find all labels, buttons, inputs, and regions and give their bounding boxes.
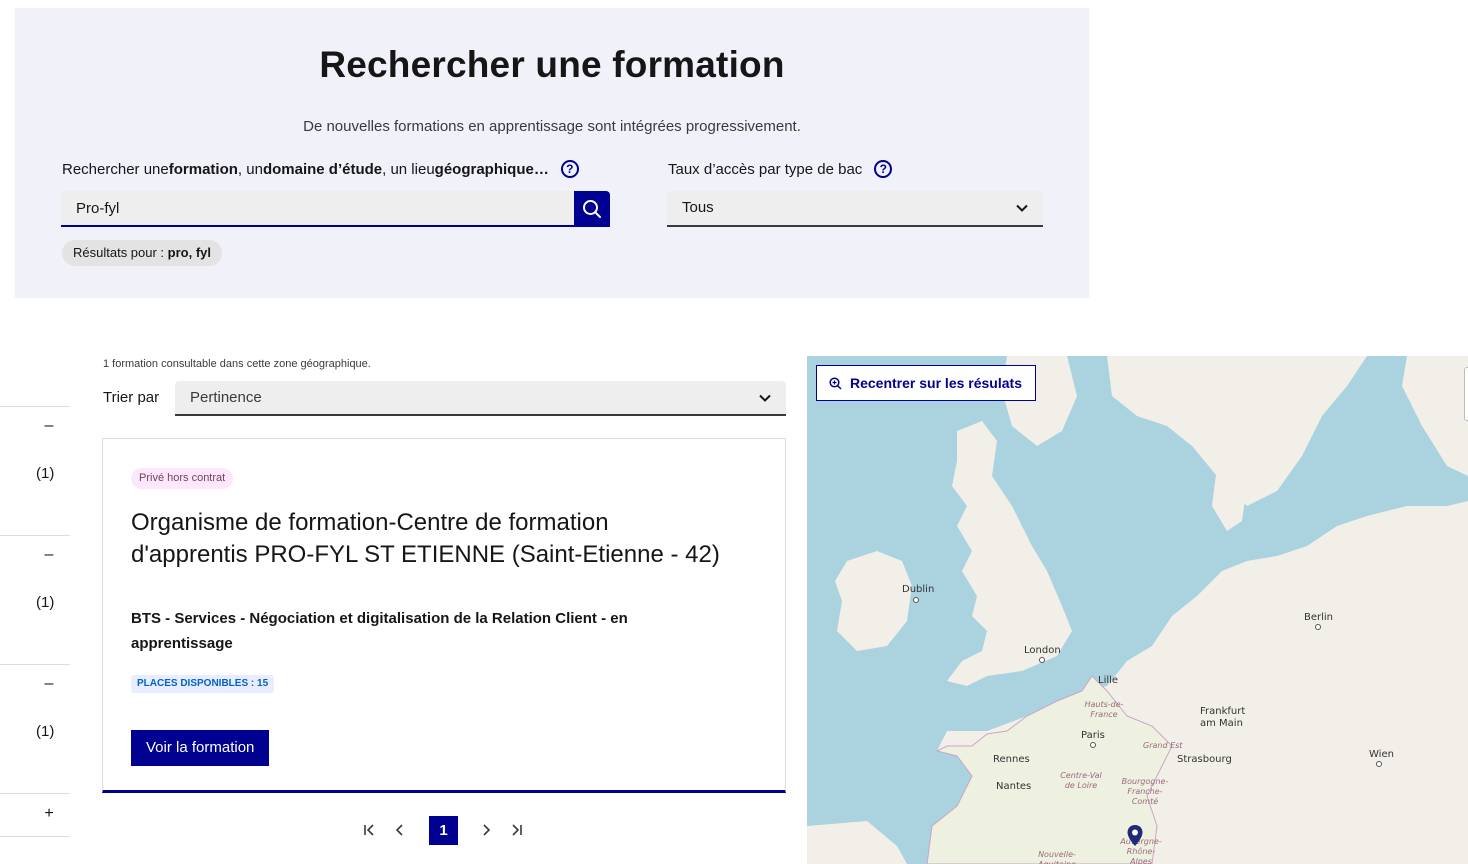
search-icon	[583, 200, 601, 218]
map-city-label: Berlin	[1304, 612, 1334, 623]
map-city-label: Frankfurt am Main	[1200, 706, 1246, 729]
search-label: Rechercher une formation, un domaine d’é…	[62, 160, 579, 178]
filter-toggle[interactable]: –	[40, 546, 58, 564]
map-city-label: Wien	[1369, 749, 1394, 760]
last-page-button[interactable]	[501, 815, 531, 845]
search-panel: Rechercher une formation De nouvelles fo…	[15, 8, 1089, 298]
recenter-button[interactable]: Recentrer sur les résulats	[816, 365, 1036, 401]
filter-divider	[0, 793, 70, 794]
zoom-control[interactable]	[1464, 367, 1468, 421]
next-page-button[interactable]	[471, 815, 501, 845]
help-icon[interactable]: ?	[560, 160, 579, 178]
filter-toggle[interactable]: –	[40, 417, 58, 435]
page-1-button[interactable]: 1	[429, 815, 458, 845]
location-marker-icon[interactable]	[1126, 824, 1144, 848]
view-formation-button[interactable]: Voir la formation	[131, 730, 270, 766]
chevron-down-icon	[759, 394, 771, 402]
map-region-label: Bourgogne-Franche-Comté	[1121, 777, 1169, 806]
card-title: Organisme de formation-Centre de formati…	[131, 509, 720, 568]
filter-toggle[interactable]: +	[40, 805, 58, 823]
chevron-left-icon	[395, 824, 403, 836]
map[interactable]: Recentrer sur les résulats Dublin London…	[807, 356, 1468, 864]
map-city-label: Rennes	[993, 754, 1030, 765]
bac-help-icon[interactable]: ?	[874, 160, 893, 178]
pagination: 1	[355, 815, 531, 845]
search-input[interactable]	[61, 191, 575, 227]
sort-select[interactable]: Pertinence	[175, 381, 786, 416]
map-city-label: London	[1024, 645, 1061, 656]
card-subtitle: BTS - Services - Négociation et digitali…	[131, 610, 628, 652]
search-button[interactable]	[574, 191, 610, 227]
sort-label: Trier par	[103, 389, 160, 406]
zoom-in-icon	[829, 376, 842, 390]
map-city-label: Lille	[1098, 675, 1119, 686]
city-dot	[1376, 761, 1382, 767]
last-page-icon	[512, 824, 522, 836]
filter-count: (1)	[36, 594, 55, 611]
first-page-icon	[364, 824, 374, 836]
city-dot	[1039, 657, 1045, 663]
city-dot	[913, 597, 919, 603]
prev-page-button[interactable]	[385, 815, 415, 845]
places-badge: PLACES DISPONIBLES : 15	[131, 675, 275, 693]
first-page-button[interactable]	[355, 815, 385, 845]
chevron-right-icon	[483, 824, 491, 836]
filter-toggle[interactable]: –	[40, 675, 58, 693]
chevron-down-icon	[1016, 204, 1028, 212]
map-city-label: Dublin	[902, 584, 935, 595]
map-region-label: Hauts-de-France	[1084, 700, 1124, 719]
city-dot	[1090, 742, 1096, 748]
map-city-label: Strasbourg	[1177, 754, 1232, 765]
bac-select[interactable]: Tous	[667, 191, 1043, 227]
filter-count: (1)	[36, 465, 55, 482]
results-count: 1 formation consultable dans cette zone …	[103, 358, 371, 370]
map-city-label: Paris	[1081, 730, 1105, 741]
map-city-label: Nantes	[996, 781, 1032, 792]
map-region-label: Nouvelle-Aquitaine	[1038, 850, 1076, 864]
bac-label: Taux d’accès par type de bac ?	[668, 160, 893, 178]
map-region-label: Centre-Val de Loire	[1060, 771, 1102, 790]
filter-count: (1)	[36, 723, 55, 740]
map-region-label: Grand Est	[1143, 741, 1183, 750]
search-subtitle: De nouvelles formations en apprentissage…	[303, 118, 801, 135]
filter-divider	[0, 836, 70, 837]
page-title: Rechercher une formation	[319, 44, 785, 85]
filter-divider	[0, 406, 70, 407]
status-badge: Privé hors contrat	[131, 468, 234, 489]
results-tag: Résultats pour : pro, fyl	[62, 240, 222, 266]
filter-divider	[0, 664, 70, 665]
result-card: Privé hors contrat Organisme de formatio…	[102, 438, 786, 793]
filter-divider	[0, 535, 70, 536]
city-dot	[1315, 624, 1321, 630]
